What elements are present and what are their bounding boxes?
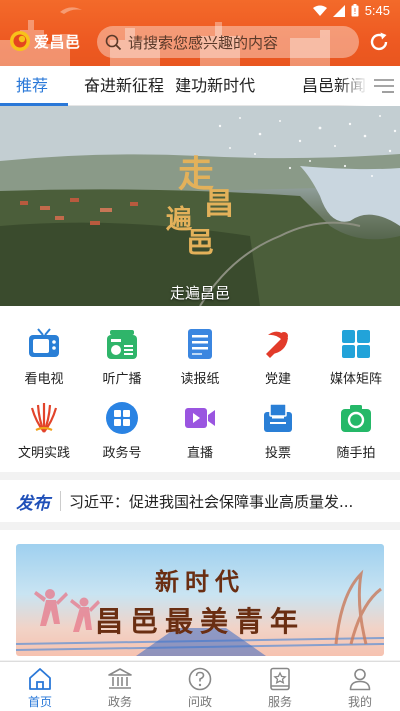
grid-label: 媒体矩阵 (329, 372, 382, 387)
nav-label: 问政 (187, 695, 212, 709)
tab-recommended[interactable]: 推荐 (16, 66, 48, 106)
app-logo-icon (10, 31, 30, 51)
grid-item-media-matrix[interactable]: 媒体矩阵 (316, 326, 396, 396)
profile-icon (349, 668, 371, 691)
grid-label: 读报纸 (180, 372, 220, 387)
radio-icon (107, 330, 137, 359)
app-header: ! 5:45 爱昌邑 请搜索您感兴趣的内容 (0, 0, 400, 66)
grid-item-civilization[interactable]: 文明实践 (4, 400, 84, 470)
promo-title-line1: 新时代 (155, 567, 245, 596)
vote-icon (264, 403, 292, 432)
feature-grid: 看电视 听广播 读报纸 党建 媒体矩阵 文明实践 政务号 直播 投票 随手拍 (0, 306, 400, 472)
search-input[interactable]: 请搜索您感兴趣的内容 (97, 26, 359, 58)
search-placeholder: 请搜索您感兴趣的内容 (128, 33, 279, 52)
nav-government[interactable]: 政务 (80, 662, 160, 711)
grid-item-live[interactable]: 直播 (160, 400, 240, 470)
svg-text:邑: 邑 (186, 226, 214, 256)
grid-label: 随手拍 (336, 446, 376, 461)
ticker-headline[interactable]: 习近平：促进我国社会保障事业高质量发... (69, 491, 379, 512)
newspaper-icon (188, 329, 212, 359)
svg-text:昌: 昌 (204, 187, 234, 222)
grid-item-party-building[interactable]: 党建 (238, 326, 318, 396)
grid-item-snapshot[interactable]: 随手拍 (316, 400, 396, 470)
status-time: 5:45 (364, 3, 390, 18)
tab-fade (338, 66, 368, 106)
promo-section: 新时代 昌邑最美青年 (0, 530, 400, 660)
grid-item-government-account[interactable]: 政务号 (82, 400, 162, 470)
service-icon (270, 667, 290, 691)
channel-tab-bar: 推荐 奋进新征程 建功新时代 昌邑新闻 (0, 66, 400, 106)
app-logo[interactable]: 爱昌邑 (9, 30, 81, 52)
banner-carousel[interactable]: 走 遍 昌 邑 走遍昌邑 (0, 106, 400, 306)
live-video-icon (185, 408, 215, 428)
nav-label: 政务 (107, 695, 132, 709)
grid-label: 党建 (264, 372, 291, 387)
grid-item-radio[interactable]: 听广播 (82, 326, 162, 396)
tv-icon (29, 328, 59, 357)
nav-home[interactable]: 首页 (0, 662, 80, 711)
promo-title-line2: 昌邑最美青年 (94, 605, 305, 638)
grid-item-tv[interactable]: 看电视 (4, 326, 84, 396)
nav-service[interactable]: 服务 (240, 662, 320, 711)
bottom-navigation: 首页 政务 问政 服务 我的 (0, 661, 400, 711)
grid-label: 直播 (186, 446, 213, 461)
question-icon (188, 667, 212, 691)
nav-label: 服务 (267, 695, 292, 709)
nav-label: 我的 (347, 695, 372, 709)
camera-icon (341, 405, 371, 432)
grid-label: 投票 (264, 446, 291, 461)
news-ticker[interactable]: 发布 习近平：促进我国社会保障事业高质量发... (0, 480, 400, 522)
nav-profile[interactable]: 我的 (320, 662, 400, 711)
government-building-icon (108, 668, 132, 689)
grid-label: 听广播 (102, 372, 142, 387)
wifi-icon (312, 5, 327, 16)
menu-icon (374, 79, 394, 93)
promo-banner[interactable]: 新时代 昌邑最美青年 (16, 544, 384, 656)
signal-icon (332, 4, 345, 17)
search-icon (105, 34, 122, 50)
ticker-divider (60, 491, 61, 511)
battery-icon: ! (351, 4, 359, 17)
svg-text:!: ! (353, 7, 356, 16)
nav-inquiry[interactable]: 问政 (160, 662, 240, 711)
grid-label: 政务号 (102, 446, 142, 461)
grid-item-newspaper[interactable]: 读报纸 (160, 326, 240, 396)
home-icon (29, 668, 51, 690)
media-matrix-icon (342, 330, 370, 358)
app-name: 爱昌邑 (34, 32, 81, 51)
nav-label: 首页 (27, 695, 52, 709)
channel-menu-button[interactable] (368, 66, 400, 106)
banner-calligraphy-title: 走 遍 昌 邑 (166, 153, 234, 256)
grid-item-vote[interactable]: 投票 (238, 400, 318, 470)
tab-new-journey[interactable]: 奋进新征程 建功新时代 (84, 66, 255, 106)
grid-label: 看电视 (24, 372, 64, 387)
ticker-source-logo: 发布 (16, 493, 50, 513)
banner-caption: 走遍昌邑 (169, 284, 230, 302)
party-emblem-icon (266, 331, 288, 358)
refresh-icon[interactable] (367, 30, 391, 54)
government-account-icon (106, 402, 138, 434)
status-bar: ! 5:45 (0, 0, 400, 22)
civilization-practice-icon (30, 403, 58, 433)
grid-label: 文明实践 (17, 446, 70, 461)
